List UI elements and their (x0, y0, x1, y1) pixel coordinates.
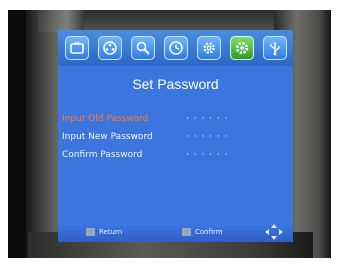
footer-bar: Return Confirm (58, 222, 293, 242)
usb-icon (269, 42, 280, 56)
page-title: Set Password (132, 76, 219, 92)
new-password-value: · · · · · · (186, 132, 229, 142)
tab-media[interactable] (97, 36, 122, 60)
return-button[interactable]: Return (86, 227, 122, 237)
tab-system[interactable] (229, 36, 254, 60)
settings-panel: Set Password Input Old Password · · · · … (58, 30, 293, 242)
film-reel-icon (102, 41, 117, 55)
tab-tv[interactable] (64, 36, 89, 60)
ok-key-icon (182, 228, 191, 236)
search-icon (136, 41, 150, 55)
confirm-password-field[interactable]: Confirm Password · · · · · · (62, 150, 272, 164)
old-password-field[interactable]: Input Old Password · · · · · · (62, 114, 272, 128)
gear-icon (202, 42, 215, 54)
confirm-label: Confirm (195, 228, 223, 236)
tab-settings[interactable] (196, 36, 221, 60)
navigation-arrows-icon (265, 224, 283, 240)
confirm-password-label: Confirm Password (62, 150, 143, 160)
new-password-label: Input New Password (62, 132, 153, 142)
tv-screen: Set Password Input Old Password · · · · … (8, 10, 331, 258)
old-password-value: · · · · · · (186, 114, 229, 124)
confirm-password-value: · · · · · · (186, 150, 229, 160)
gear-active-icon (235, 41, 248, 55)
tab-usb[interactable] (262, 36, 287, 60)
tv-icon (69, 41, 84, 54)
password-dialog: Set Password Input Old Password · · · · … (58, 66, 293, 222)
menu-tab-bar (58, 30, 293, 66)
tab-time[interactable] (163, 36, 188, 60)
exit-key-icon (86, 228, 95, 236)
return-label: Return (99, 228, 123, 236)
clock-icon (168, 41, 183, 55)
tab-search[interactable] (130, 36, 155, 60)
confirm-button[interactable]: Confirm (182, 227, 223, 237)
new-password-field[interactable]: Input New Password · · · · · · (62, 132, 272, 146)
old-password-label: Input Old Password (62, 114, 149, 124)
